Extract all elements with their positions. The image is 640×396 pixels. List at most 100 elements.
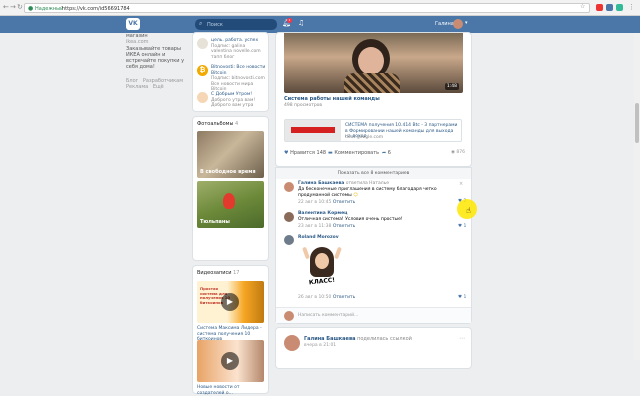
emoji-icon: ☺ xyxy=(353,192,358,198)
person-clothes xyxy=(344,73,400,93)
link-snippet[interactable]: СИСТЕМА получения 10.414 Btc - 3 партнер… xyxy=(284,119,462,142)
comment-reply-to[interactable]: ответила Наталье xyxy=(346,181,389,186)
play-icon[interactable]: ▶ xyxy=(221,293,239,311)
album-caption: Тюльпаны xyxy=(200,219,230,225)
rec-title[interactable]: Bitnovosti: Все новости Bitcoin xyxy=(211,65,265,76)
search-placeholder: Поиск xyxy=(207,22,223,28)
comment-text: Отличная система! Условия очень простые! xyxy=(298,217,403,222)
extension-icon[interactable] xyxy=(616,4,623,11)
comment-input[interactable]: Написать комментарий... xyxy=(298,313,358,318)
community-icon xyxy=(197,92,208,103)
notification-badge: 1 xyxy=(287,18,292,23)
footer-link[interactable]: Ещё xyxy=(153,84,164,90)
link-preview-banner xyxy=(291,127,335,133)
avatar[interactable] xyxy=(284,335,300,351)
star-icon[interactable]: ☆ xyxy=(580,3,585,10)
video-title[interactable]: Система работы нашей команды xyxy=(284,96,380,102)
sticker-arm xyxy=(302,246,310,260)
hand-cursor-icon: ☝ xyxy=(466,206,471,215)
secure-label: Надежный xyxy=(35,6,64,12)
post-date[interactable]: вчера в 21:01 xyxy=(304,343,336,348)
sticker-text: КЛАСС! xyxy=(308,276,336,287)
comment-meta: 23 авг в 11:38 Ответить xyxy=(298,224,356,229)
page-scrollbar[interactable] xyxy=(634,33,640,360)
back-icon[interactable]: ← xyxy=(3,3,9,11)
forward-icon[interactable]: → xyxy=(10,3,16,11)
chevron-down-icon[interactable]: ▾ xyxy=(465,20,468,26)
tulip-shape xyxy=(223,193,235,209)
reply-link[interactable]: Ответить xyxy=(333,200,355,205)
comment-button[interactable]: ▬ Комментировать xyxy=(328,150,379,156)
comment-input-row: Написать комментарий... xyxy=(276,307,471,323)
post-card: Галина Башкаева поделилась ссылкой вчера… xyxy=(276,328,471,368)
avatar xyxy=(284,311,294,321)
videos-title[interactable]: Видеозаписи 17 xyxy=(197,270,239,276)
comment-meta: 22 авг в 10:45 Ответить xyxy=(298,200,356,205)
footer-link[interactable]: Реклама xyxy=(126,84,148,90)
rec-title[interactable]: С Добрым Утром! xyxy=(211,92,252,97)
comment-header: Валентина Кормец xyxy=(298,211,347,216)
video-thumbnail[interactable]: Простая система для получения 10 биткоин… xyxy=(197,281,264,323)
scrollbar-thumb[interactable] xyxy=(635,103,639,143)
avatar[interactable] xyxy=(284,182,294,192)
comment-header: Галина Башкаева ответила Наталье xyxy=(298,181,389,186)
extension-icon[interactable] xyxy=(606,4,613,11)
reload-icon[interactable]: ↻ xyxy=(17,3,23,11)
bitcoin-icon: ₿ xyxy=(197,65,208,76)
person-face xyxy=(358,47,384,75)
comment-icon: ▬ xyxy=(328,150,333,156)
views-counter: ◉ 876 xyxy=(451,150,465,155)
album-thumbnail[interactable]: Тюльпаны xyxy=(197,181,264,228)
post-video[interactable]: 1:48 xyxy=(284,33,463,93)
address-bar[interactable]: ● Надежный https://vk.com/id56691784 xyxy=(24,3,590,13)
avatar[interactable] xyxy=(284,235,294,245)
post-author[interactable]: Галина Башкаева xyxy=(304,336,356,342)
extension-icon[interactable] xyxy=(596,4,603,11)
play-icon[interactable]: ▶ xyxy=(221,352,239,370)
show-all-comments[interactable]: Показать все 8 комментариев xyxy=(276,168,471,179)
heart-icon: ♥ xyxy=(284,150,289,156)
vk-logo[interactable]: VK xyxy=(126,18,140,30)
avatar[interactable] xyxy=(284,212,294,222)
lock-icon: ● xyxy=(28,5,34,12)
avatar[interactable] xyxy=(453,19,463,29)
post-action: поделилась ссылкой xyxy=(357,336,412,342)
sticker-face xyxy=(315,253,329,269)
header-user-name[interactable]: Галина xyxy=(435,21,454,27)
rec-desc: Доброго утра вам! Доброго вам утра xyxy=(211,97,256,109)
reply-link[interactable]: Ответить xyxy=(333,224,355,229)
menu-icon[interactable]: ⋮ xyxy=(628,3,635,11)
video-thumbnail[interactable]: ▶ xyxy=(197,340,264,382)
photo-albums-title[interactable]: Фотоальбомы 4 xyxy=(197,121,238,127)
link-preview-image xyxy=(285,120,341,141)
more-icon[interactable]: ⋯ xyxy=(459,335,465,342)
rec-title[interactable]: цель. работа. успех xyxy=(211,38,258,43)
search-input[interactable]: ⌕ Поиск xyxy=(195,19,277,30)
search-icon: ⌕ xyxy=(199,20,203,27)
ad-text[interactable]: Заказывайте товары ИКЕА онлайн и встреча… xyxy=(126,46,186,70)
share-button[interactable]: ➦ 6 xyxy=(382,150,391,156)
rec-desc: Подпис: galina valentina novelle.com тап… xyxy=(211,43,261,60)
post-header: Галина Башкаева поделилась ссылкой xyxy=(304,336,412,342)
like-button[interactable]: ♥ Нравится 148 xyxy=(284,150,326,156)
comment-author[interactable]: Валентина Кормец xyxy=(298,211,347,216)
reply-link[interactable]: Ответить xyxy=(333,295,355,300)
link-domain: docs.google.com xyxy=(345,135,384,140)
album-caption: В свободное время xyxy=(200,169,256,175)
video-caption[interactable]: Новые новости от создателей о... xyxy=(197,385,265,396)
album-thumbnail[interactable]: В свободное время xyxy=(197,131,264,178)
comment-author[interactable]: Roland Morozov xyxy=(298,235,339,240)
music-icon[interactable]: ♫ xyxy=(298,19,304,27)
sticker-arm xyxy=(334,246,342,260)
video-duration: 1:48 xyxy=(444,83,459,90)
community-icon xyxy=(197,38,208,49)
video-views: 498 просмотров xyxy=(284,103,323,108)
url-text[interactable]: https://vk.com/id56691784 xyxy=(62,6,130,12)
sticker[interactable]: КЛАСС! xyxy=(302,245,342,293)
comment-like[interactable]: ♥ 1 xyxy=(458,295,466,300)
photo-albums-card: Фотоальбомы 4 В свободное время Тюльпаны xyxy=(193,117,268,260)
comment-author[interactable]: Галина Башкаева xyxy=(298,181,344,186)
eye-icon: ◉ xyxy=(451,150,455,155)
close-icon[interactable]: × xyxy=(459,181,463,187)
comment-like[interactable]: ♥ 1 xyxy=(458,224,466,229)
